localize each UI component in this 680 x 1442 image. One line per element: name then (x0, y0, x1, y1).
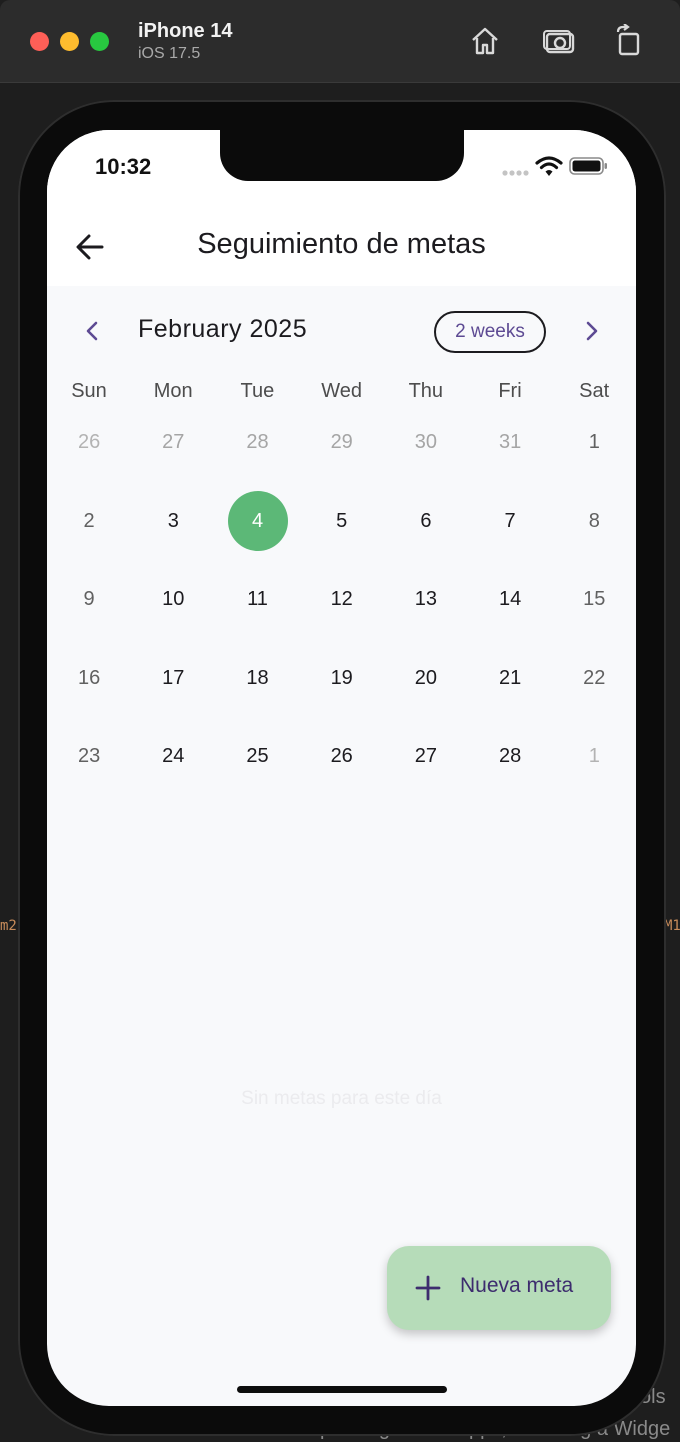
new-goal-button-label: Nueva meta (460, 1274, 574, 1297)
minimize-window-button[interactable] (60, 32, 79, 51)
calendar-day[interactable]: 7 (480, 491, 540, 551)
calendar-format-button[interactable]: 2 weeks (434, 311, 546, 353)
calendar-day[interactable]: 25 (228, 726, 288, 786)
page-title: Seguimiento de metas (197, 228, 486, 260)
background-code-snippet-left: m2 (0, 918, 17, 934)
calendar-day[interactable]: 3 (143, 491, 203, 551)
calendar-day[interactable]: 28 (480, 726, 540, 786)
calendar-day[interactable]: 19 (312, 648, 372, 708)
calendar-day[interactable]: 29 (312, 412, 372, 472)
calendar-day[interactable]: 14 (480, 569, 540, 629)
weekday-label: Wed (321, 380, 362, 402)
calendar-day[interactable]: 24 (143, 726, 203, 786)
calendar-day[interactable]: 10 (143, 569, 203, 629)
calendar-month-label: February 2025 (138, 315, 308, 343)
calendar-day[interactable]: 27 (143, 412, 203, 472)
calendar-day[interactable]: 31 (480, 412, 540, 472)
calendar-day[interactable]: 6 (396, 491, 456, 551)
device-notch (220, 130, 464, 181)
background-code-snippet-right: M1 (664, 918, 680, 934)
os-version: iOS 17.5 (138, 45, 201, 62)
chevron-left-icon[interactable] (77, 316, 107, 346)
calendar-day[interactable]: 20 (396, 648, 456, 708)
new-goal-button[interactable]: Nueva meta (387, 1246, 611, 1330)
signal-dots-icon (502, 170, 529, 176)
calendar-day[interactable]: 5 (312, 491, 372, 551)
calendar-day[interactable]: 22 (564, 648, 624, 708)
simulator-title-bar: iPhone 14 iOS 17.5 (0, 0, 680, 83)
calendar-day[interactable]: 2 (59, 491, 119, 551)
calendar-day[interactable]: 15 (564, 569, 624, 629)
calendar-day[interactable]: 1 (564, 412, 624, 472)
calendar-day[interactable]: 26 (312, 726, 372, 786)
wifi-icon (535, 156, 563, 176)
calendar-day[interactable]: 18 (228, 648, 288, 708)
calendar-day[interactable]: 11 (228, 569, 288, 629)
calendar-day[interactable]: 17 (143, 648, 203, 708)
chevron-right-icon[interactable] (577, 316, 607, 346)
weekday-label: Sat (579, 380, 610, 402)
calendar-day-today[interactable]: 4 (227, 490, 288, 551)
app-screen: 10:32 Seguimiento de metas February 2025… (47, 130, 636, 1406)
status-time: 10:32 (95, 154, 152, 179)
device-name: iPhone 14 (138, 20, 233, 42)
calendar-day[interactable]: 9 (59, 569, 119, 629)
close-window-button[interactable] (30, 32, 49, 51)
zoom-window-button[interactable] (90, 32, 109, 51)
calendar-day[interactable]: 23 (59, 726, 119, 786)
calendar-day[interactable]: 13 (396, 569, 456, 629)
calendar-day[interactable]: 21 (480, 648, 540, 708)
calendar-day[interactable]: 1 (564, 726, 624, 786)
home-icon[interactable] (468, 24, 502, 58)
app-bar: Seguimiento de metas (47, 206, 636, 286)
weekday-label: Mon (153, 380, 193, 402)
calendar-day[interactable]: 27 (396, 726, 456, 786)
home-indicator (237, 1386, 447, 1393)
weekday-label: Sun (71, 380, 107, 402)
rotate-icon[interactable] (612, 23, 646, 58)
weekday-label: Fri (498, 380, 522, 402)
screenshot-icon[interactable] (543, 24, 577, 58)
calendar-day[interactable]: 12 (312, 569, 372, 629)
battery-icon (569, 157, 607, 175)
calendar-day[interactable]: 26 (59, 412, 119, 472)
weekday-header-row: Sun Mon Tue Wed Thu Fri Sat (47, 380, 636, 408)
weekday-label: Thu (408, 380, 444, 402)
calendar-day[interactable]: 30 (396, 412, 456, 472)
empty-state-message: Sin metas para este día (241, 1088, 442, 1109)
weekday-label: Tue (240, 380, 275, 402)
calendar-day[interactable]: 8 (564, 491, 624, 551)
calendar-day[interactable]: 16 (59, 648, 119, 708)
calendar-day[interactable]: 28 (228, 412, 288, 472)
plus-icon (415, 1275, 441, 1301)
